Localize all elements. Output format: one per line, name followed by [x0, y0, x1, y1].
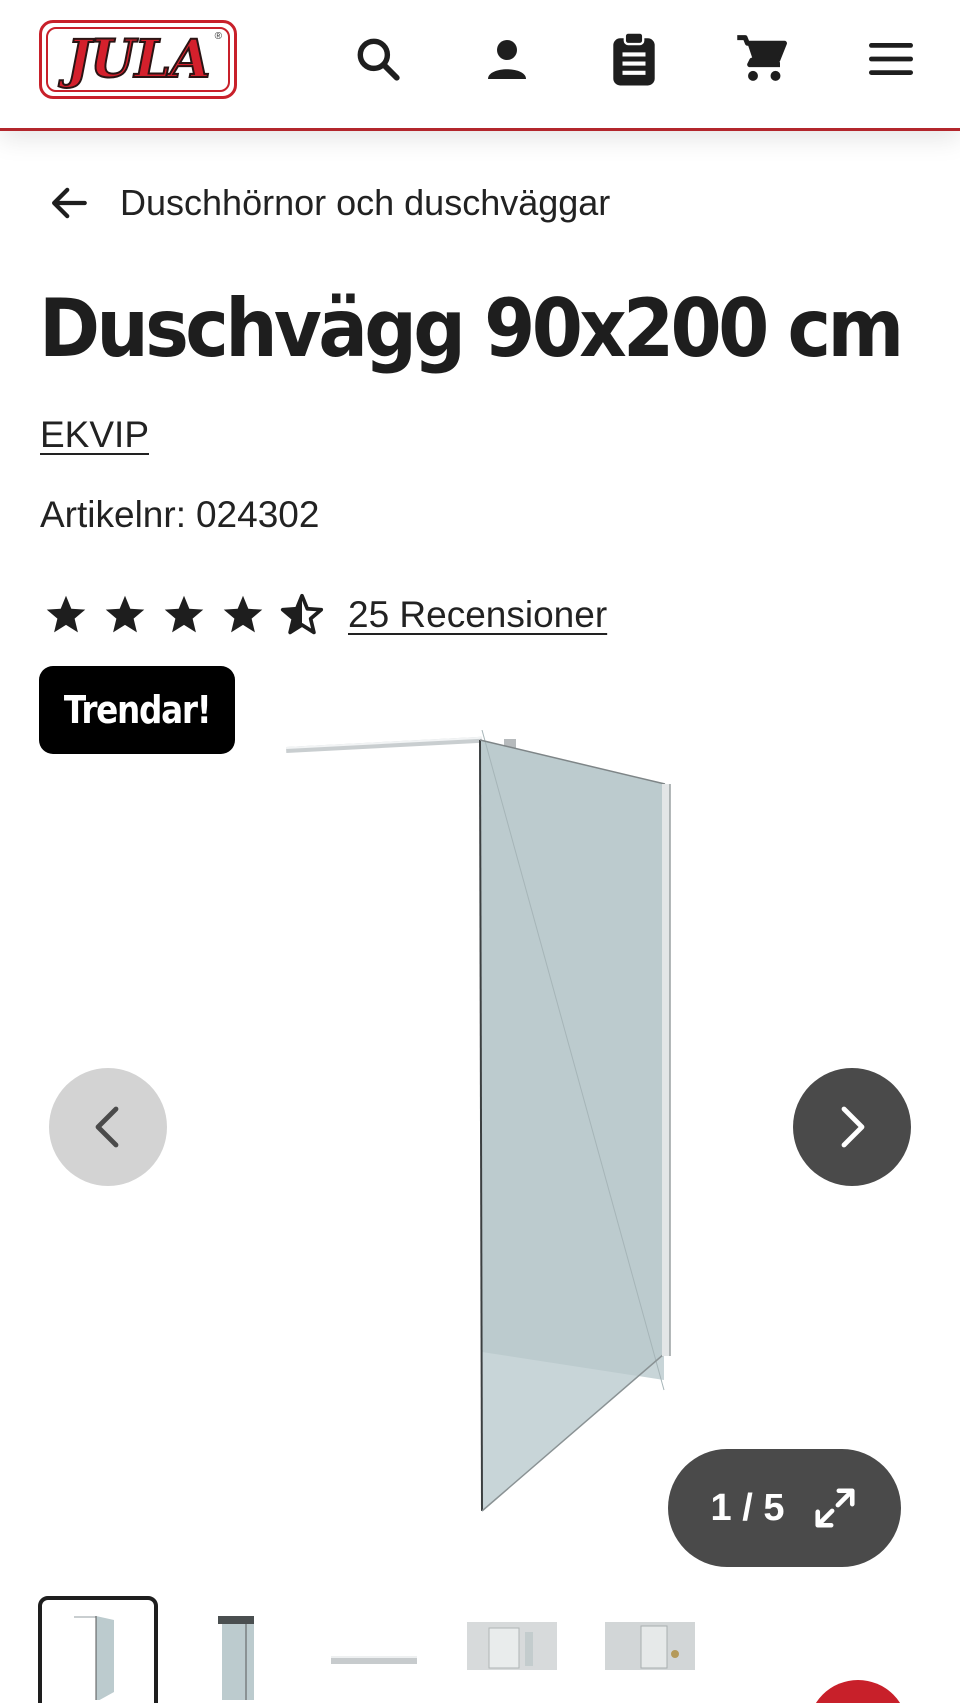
- star-full-icon: [46, 595, 86, 633]
- cart-icon[interactable]: [733, 28, 791, 90]
- rating-stars: [44, 593, 324, 637]
- breadcrumb-label: Duschhörnor och duschväggar: [120, 182, 611, 223]
- registered-mark: ®: [214, 31, 222, 42]
- star-half-icon: [280, 593, 324, 635]
- chat-button[interactable]: [808, 1680, 908, 1703]
- badge-label: Trendar!: [63, 688, 212, 732]
- brand-link[interactable]: EKVIP: [40, 414, 149, 456]
- product-gallery: 1 / 5: [0, 730, 960, 1580]
- chevron-right-icon: [841, 1106, 865, 1148]
- chevron-left-icon: [95, 1106, 119, 1148]
- site-header: JULA ®: [0, 0, 960, 131]
- article-number-label: Artikelnr:: [40, 494, 186, 535]
- article-number-value: 024302: [195, 494, 320, 535]
- thumbnail-4[interactable]: [452, 1596, 572, 1703]
- image-counter: 1 / 5: [710, 1486, 785, 1529]
- star-full-icon: [164, 595, 204, 633]
- thumbnail-strip: [38, 1596, 728, 1703]
- product-title: Duschvägg 90x200 cm: [39, 282, 904, 375]
- next-image-button[interactable]: [793, 1068, 911, 1186]
- reviews-link[interactable]: 25 Recensioner: [348, 594, 607, 636]
- thumbnail-1[interactable]: [38, 1596, 158, 1703]
- breadcrumb[interactable]: Duschhörnor och duschväggar: [48, 176, 610, 230]
- logo-frame: JULA: [46, 27, 230, 92]
- shopping-list-icon[interactable]: [605, 28, 663, 90]
- menu-icon[interactable]: [862, 28, 920, 90]
- gallery-counter-fullscreen[interactable]: 1 / 5: [668, 1449, 901, 1567]
- logo-text: JULA: [66, 28, 212, 90]
- jula-logo[interactable]: JULA ®: [39, 20, 237, 99]
- previous-image-button[interactable]: [49, 1068, 167, 1186]
- thumbnail-2[interactable]: [176, 1596, 296, 1703]
- account-icon[interactable]: [478, 28, 536, 90]
- product-rating[interactable]: 25 Recensioner: [44, 590, 607, 640]
- back-arrow-icon: [52, 187, 87, 219]
- thumbnail-5[interactable]: [590, 1596, 710, 1703]
- search-icon[interactable]: [349, 28, 407, 90]
- product-image[interactable]: [270, 730, 690, 1520]
- thumbnail-3[interactable]: [314, 1596, 434, 1703]
- expand-icon: [815, 1488, 856, 1528]
- star-full-icon: [105, 595, 145, 633]
- star-full-icon: [223, 595, 263, 633]
- article-number: Artikelnr: 024302: [40, 494, 319, 536]
